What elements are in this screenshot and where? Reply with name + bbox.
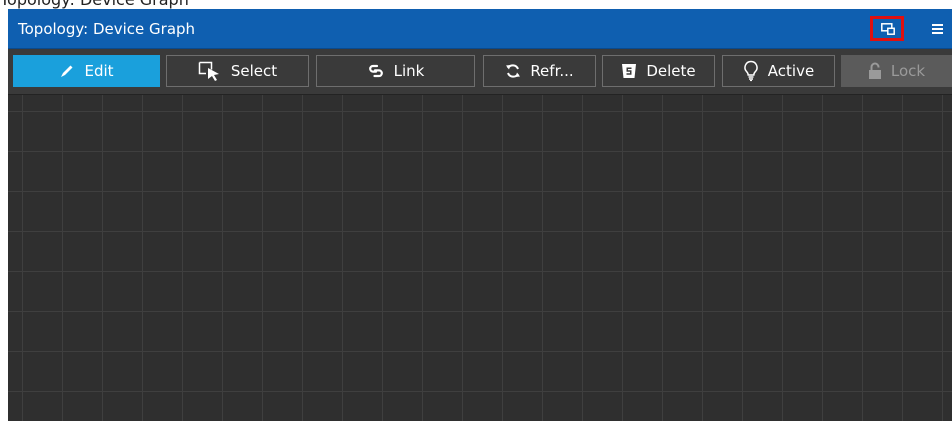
graph-canvas[interactable] — [8, 95, 952, 421]
trash-icon — [621, 63, 637, 79]
select-button[interactable]: Select — [166, 55, 309, 87]
edit-button[interactable]: Edit — [13, 55, 160, 87]
link-label: Link — [393, 62, 425, 80]
popout-window-icon[interactable] — [870, 16, 904, 41]
toolbar: Edit Select Link Refr... Delete Active L… — [8, 49, 952, 95]
refresh-icon — [505, 63, 521, 79]
padlock-icon — [868, 62, 882, 80]
refresh-label: Refr... — [530, 62, 574, 80]
edit-label: Edit — [84, 62, 114, 80]
selection-cursor-icon — [198, 61, 222, 81]
delete-button[interactable]: Delete — [602, 55, 715, 87]
pencil-icon — [59, 63, 75, 79]
active-button[interactable]: Active — [722, 55, 835, 87]
refresh-button[interactable]: Refr... — [483, 55, 596, 87]
lightbulb-icon — [743, 60, 759, 82]
link-button[interactable]: Link — [316, 55, 475, 87]
select-label: Select — [230, 62, 278, 80]
delete-label: Delete — [646, 62, 696, 80]
topology-panel: Topology: Device Graph Edit Select Link … — [8, 9, 952, 421]
panel-titlebar: Topology: Device Graph — [8, 9, 952, 49]
lock-button[interactable]: Lock — [841, 55, 952, 87]
active-label: Active — [767, 62, 815, 80]
panel-title: Topology: Device Graph — [18, 20, 196, 38]
link-icon — [367, 62, 385, 80]
lock-label: Lock — [890, 62, 926, 80]
hamburger-menu-icon[interactable] — [926, 18, 948, 40]
